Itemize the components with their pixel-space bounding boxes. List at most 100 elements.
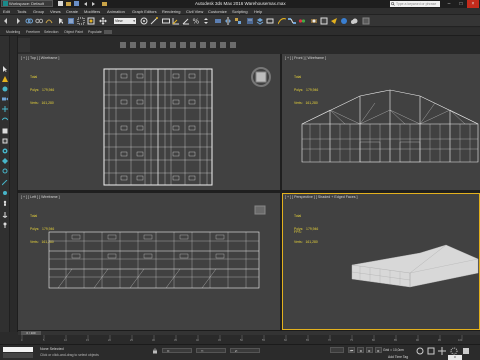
window-crossing-icon[interactable] <box>87 17 95 25</box>
rendered-frame-window-icon[interactable] <box>320 17 328 25</box>
hierarchy-icon[interactable] <box>2 138 8 144</box>
curve-editor-icon[interactable] <box>278 17 286 25</box>
populate-icon[interactable] <box>2 200 8 206</box>
tab-selection[interactable]: Selection <box>44 30 58 34</box>
select-manipulate-icon[interactable] <box>150 17 158 25</box>
rectangle-selection-icon[interactable] <box>77 17 85 25</box>
snaps-toggle-icon[interactable] <box>172 17 180 25</box>
freeform-icon[interactable] <box>2 180 8 186</box>
play-button[interactable]: ▸ <box>366 347 373 353</box>
next-frame-button[interactable]: ▸ <box>375 347 382 353</box>
previous-frame-button[interactable]: ◂ <box>357 347 364 353</box>
ribbon-minimize-icon[interactable] <box>104 30 112 34</box>
lights-icon[interactable] <box>2 86 8 92</box>
y-coordinate-field[interactable]: Y: <box>196 348 226 353</box>
auto-key-button[interactable] <box>330 347 344 353</box>
menu-tools[interactable]: Tools <box>17 9 26 14</box>
menu-animation[interactable]: Animation <box>107 9 125 14</box>
menu-group[interactable]: Group <box>33 9 44 14</box>
x-coordinate-field[interactable]: X: <box>162 348 192 353</box>
tab-object-paint[interactable]: Object Paint <box>64 30 83 34</box>
select-tool-icon[interactable] <box>2 66 8 72</box>
paint-icon[interactable] <box>2 190 8 196</box>
anchor-icon[interactable] <box>2 212 8 218</box>
tick-label: 40 <box>196 339 199 342</box>
menu-civil-view[interactable]: Civil View <box>186 9 203 14</box>
menu-modifiers[interactable]: Modifiers <box>84 9 100 14</box>
undo-button-icon[interactable] <box>3 17 11 25</box>
mirror-icon[interactable] <box>224 17 232 25</box>
menu-views[interactable]: Views <box>50 9 61 14</box>
modify-icon[interactable] <box>2 128 8 134</box>
tab-populate[interactable]: Populate <box>88 30 102 34</box>
maxscript-listener-input[interactable] <box>3 347 33 352</box>
close-button[interactable]: × <box>467 0 479 8</box>
edit-named-selection-icon[interactable] <box>214 17 222 25</box>
graphite-ribbon-toggle-icon[interactable] <box>266 17 274 25</box>
viewport-left[interactable]: [ + ] [ Left ] [ Wireframe ] Total Polys… <box>18 193 280 330</box>
utilities-icon[interactable] <box>2 168 8 174</box>
viewport-front[interactable]: [ + ] [ Front ] [ Wireframe ] Total Poly… <box>282 54 480 190</box>
schematic-view-icon[interactable] <box>288 17 296 25</box>
menu-create[interactable]: Create <box>66 9 78 14</box>
space-warps-icon[interactable] <box>2 116 8 122</box>
workspace-dropdown[interactable]: Workspace: Default <box>1 0 53 7</box>
reference-coordinate-dropdown[interactable]: View ▾ <box>114 18 136 24</box>
render-setup-icon[interactable] <box>310 17 318 25</box>
track-bar[interactable]: 0 5 10 15 20 25 30 35 40 45 50 55 60 65 … <box>18 335 480 344</box>
render-iterative-icon[interactable] <box>340 17 348 25</box>
display-icon[interactable] <box>2 158 8 164</box>
viewcube-icon[interactable] <box>250 66 272 88</box>
render-cloud-icon[interactable] <box>350 17 358 25</box>
app-logo-icon[interactable] <box>3 1 8 6</box>
motion-icon[interactable] <box>2 148 8 154</box>
menu-help[interactable]: Help <box>254 9 262 14</box>
minimize-button[interactable]: – <box>443 0 455 8</box>
go-to-start-button[interactable]: ⏮ <box>348 347 355 353</box>
render-production-icon[interactable] <box>330 17 338 25</box>
menu-customize[interactable]: Customize <box>208 9 227 14</box>
unlink-icon[interactable] <box>35 17 43 25</box>
z-coordinate-field[interactable]: Z: <box>230 348 260 353</box>
tab-freeform[interactable]: Freeform <box>26 30 40 34</box>
redo-button-icon[interactable] <box>13 17 21 25</box>
percent-snap-icon[interactable]: % <box>192 17 200 26</box>
pin-icon[interactable] <box>2 222 8 228</box>
viewport-top-label[interactable]: [ + ] [ Top ] [ Wireframe ] <box>21 56 59 60</box>
tick-label: 20 <box>108 339 111 342</box>
create-shapes-icon[interactable] <box>2 76 8 82</box>
search-input[interactable]: Type a keyword or phrase <box>390 1 440 7</box>
menu-edit[interactable]: Edit <box>3 9 10 14</box>
select-object-icon[interactable] <box>57 17 65 25</box>
viewcube-small-icon[interactable] <box>254 205 266 215</box>
viewport-front-label[interactable]: [ + ] [ Front ] [ Wireframe ] <box>285 56 326 60</box>
align-icon[interactable] <box>234 17 242 25</box>
select-by-name-icon[interactable] <box>67 17 75 25</box>
menu-rendering[interactable]: Rendering <box>162 9 180 14</box>
menu-scripting[interactable]: Scripting <box>232 9 248 14</box>
viewport-perspective-label[interactable]: [ + ] [ Perspective ] [ Shaded + Edged F… <box>285 195 358 199</box>
link-icon[interactable] <box>25 17 33 25</box>
layer-explorer-icon[interactable] <box>256 17 264 25</box>
viewport-top[interactable]: [ + ] [ Top ] [ Wireframe ] Total Polys:… <box>18 54 280 190</box>
keyboard-shortcut-override-icon[interactable] <box>162 17 170 25</box>
helpers-icon[interactable] <box>2 106 8 112</box>
angle-snap-icon[interactable] <box>182 17 190 25</box>
viewport-perspective[interactable]: [ + ] [ Perspective ] [ Shaded + Edged F… <box>282 193 480 330</box>
maxscript-output[interactable] <box>3 353 33 358</box>
current-frame-field[interactable]: 0 <box>448 355 462 360</box>
use-pivot-center-icon[interactable] <box>140 17 148 25</box>
add-time-tag-button[interactable]: Add Time Tag <box>388 355 408 359</box>
cameras-icon[interactable] <box>2 96 8 102</box>
bind-space-warp-icon[interactable] <box>45 17 53 25</box>
tab-modeling[interactable]: Modeling <box>6 30 20 34</box>
scene-explorer-icon[interactable] <box>246 17 254 25</box>
viewport-left-label[interactable]: [ + ] [ Left ] [ Wireframe ] <box>21 195 60 199</box>
material-editor-icon[interactable] <box>298 17 306 25</box>
selection-lock-icon[interactable] <box>152 348 158 354</box>
spinner-snap-icon[interactable] <box>202 17 210 25</box>
maximize-button[interactable]: □ <box>455 0 467 8</box>
menu-graph-editors[interactable]: Graph Editors <box>132 9 157 14</box>
open-a360-gallery-icon[interactable] <box>362 17 370 25</box>
select-move-icon[interactable] <box>99 17 107 25</box>
